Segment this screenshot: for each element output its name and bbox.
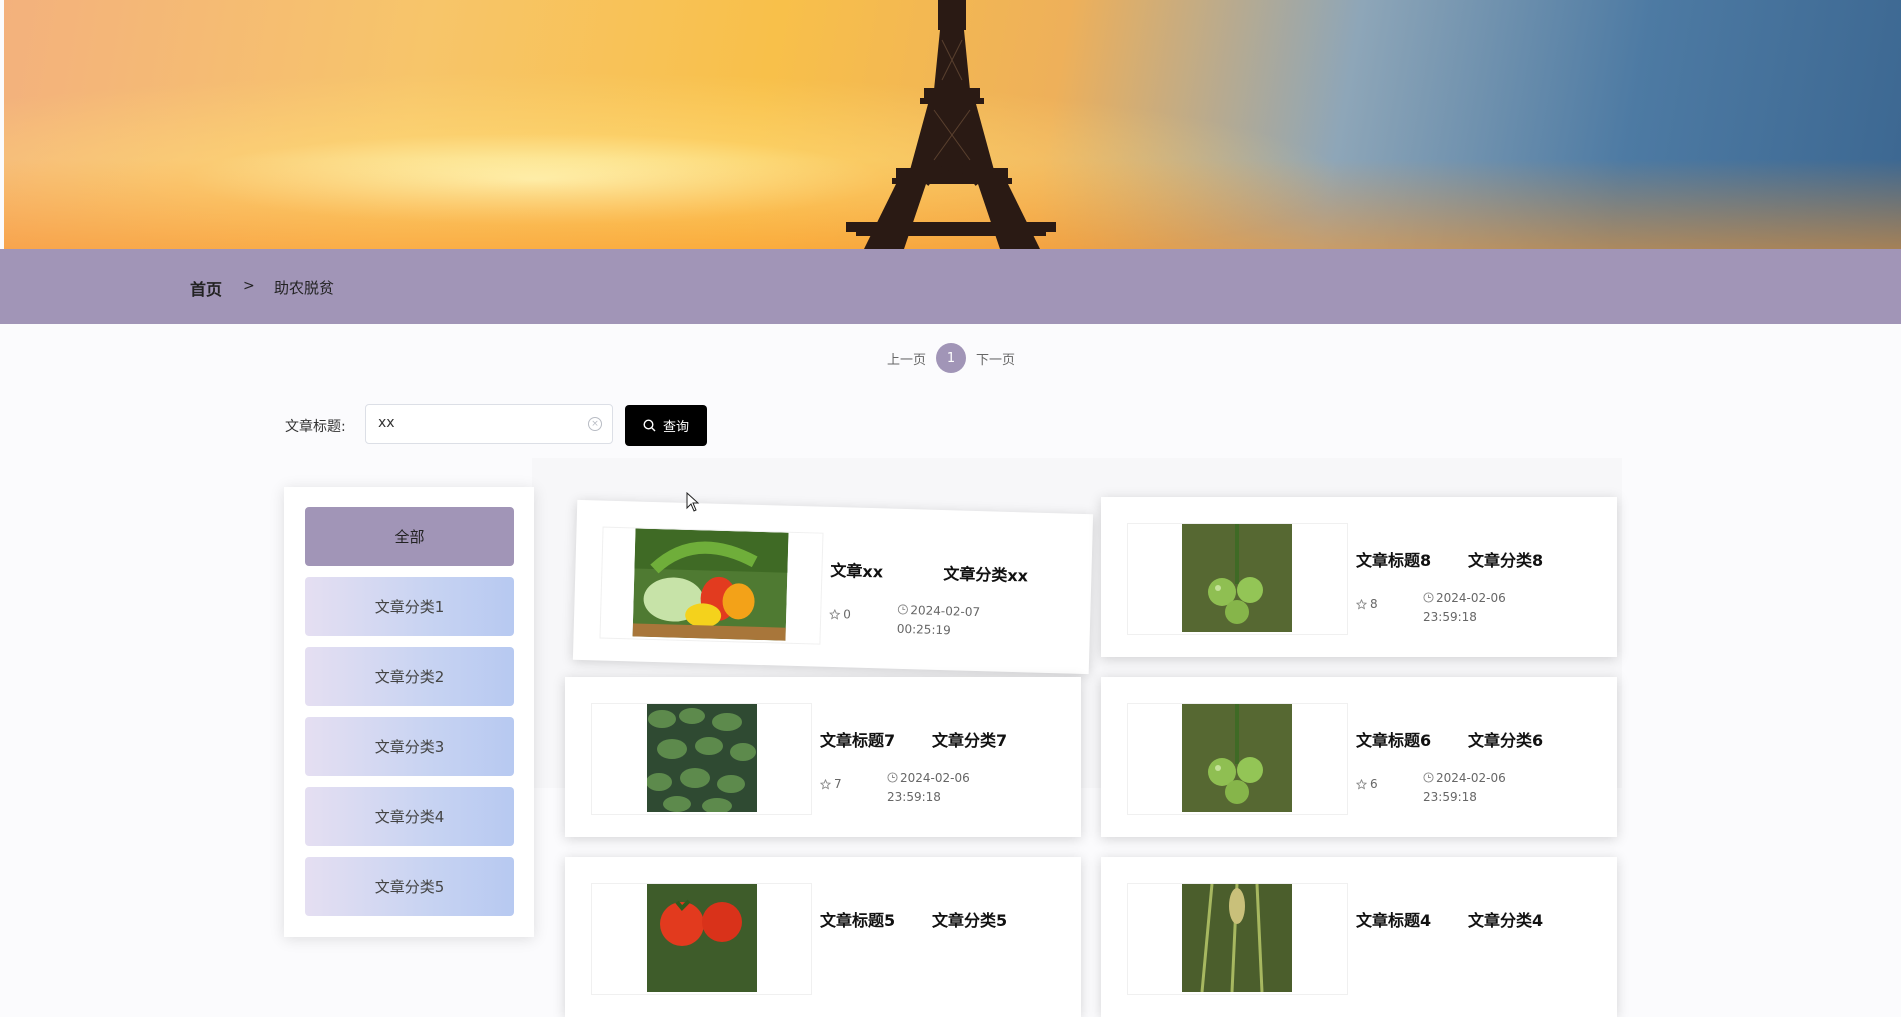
article-time: 2024-02-06 23:59:18 (1423, 769, 1533, 807)
likes-count: 6 (1370, 777, 1378, 791)
article-card[interactable]: 文章标题6 文章分类6 6 2024-02-06 23:59:18 (1101, 677, 1617, 837)
article-title[interactable]: 文章标题6 (1356, 727, 1431, 751)
article-thumbnail (599, 526, 824, 645)
next-page-button[interactable]: 下一页 (976, 349, 1015, 368)
article-title[interactable]: 文章标题4 (1356, 907, 1431, 931)
clock-icon (1423, 772, 1434, 783)
search-field: × (365, 404, 613, 444)
article-title[interactable]: 文章标题7 (820, 727, 895, 751)
page-number-button[interactable]: 1 (936, 343, 967, 373)
likes-count: 8 (1370, 597, 1378, 611)
star-icon (820, 778, 831, 790)
search-label: 文章标题: (285, 419, 346, 435)
publish-time: 2024-02-06 23:59:18 (1423, 591, 1506, 624)
title-search-input[interactable] (376, 414, 580, 432)
article-card[interactable]: 文章标题5 文章分类5 (565, 857, 1081, 1017)
likes-count: 0 (843, 607, 852, 622)
article-category: 文章分类6 (1468, 731, 1544, 750)
category-item-1[interactable]: 文章分类1 (305, 577, 514, 636)
clear-icon[interactable]: × (588, 417, 602, 431)
search-icon (643, 419, 656, 432)
article-category: 文章分类7 (932, 731, 1008, 750)
article-card[interactable]: 文章标题4 文章分类4 (1101, 857, 1617, 1017)
prev-page-button[interactable]: 上一页 (887, 349, 926, 368)
hero-banner (4, 0, 1901, 249)
category-item-all[interactable]: 全部 (305, 507, 514, 566)
category-item-4[interactable]: 文章分类4 (305, 787, 514, 846)
article-category: 文章分类xx (943, 564, 1029, 586)
article-likes: 0 (829, 607, 851, 622)
star-icon (1356, 598, 1367, 610)
article-thumbnail (591, 703, 812, 815)
publish-time: 2024-02-06 23:59:18 (1423, 771, 1506, 804)
article-time: 2024-02-06 23:59:18 (1423, 589, 1533, 627)
tomato-image (1182, 704, 1292, 812)
mouse-cursor-icon (686, 492, 700, 512)
clock-icon (887, 772, 898, 783)
article-category: 文章分类8 (1468, 551, 1544, 570)
search-button[interactable]: 查询 (625, 405, 707, 446)
breadcrumb-current: 助农脱贫 (274, 279, 335, 297)
vegetables-image (632, 528, 789, 641)
article-card[interactable]: 文章xx 文章分类xx 0 2024-02-07 00:25:19 (572, 499, 1094, 675)
category-item-2[interactable]: 文章分类2 (305, 647, 514, 706)
article-title[interactable]: 文章标题5 (820, 907, 895, 931)
likes-count: 7 (834, 777, 842, 791)
article-card[interactable]: 文章标题8 文章分类8 8 2024-02-06 23:59:18 (1101, 497, 1617, 657)
article-thumbnail (1127, 883, 1348, 995)
article-thumbnail (591, 883, 812, 995)
breadcrumb-separator: > (243, 278, 255, 294)
clock-icon (897, 604, 908, 615)
article-likes: 7 (820, 777, 842, 791)
article-card[interactable]: 文章标题7 文章分类7 7 2024-02-06 23:59:18 (565, 677, 1081, 837)
clock-icon (1423, 592, 1434, 603)
category-item-5[interactable]: 文章分类5 (305, 857, 514, 916)
star-icon (1356, 778, 1367, 790)
article-likes: 6 (1356, 777, 1378, 791)
article-category: 文章分类5 (932, 911, 1008, 930)
article-thumbnail (1127, 523, 1348, 635)
publish-time: 2024-02-06 23:59:18 (887, 771, 970, 804)
article-time: 2024-02-06 23:59:18 (887, 769, 997, 807)
article-time: 2024-02-07 00:25:19 (897, 601, 1008, 642)
article-category: 文章分类4 (1468, 911, 1544, 930)
category-item-3[interactable]: 文章分类3 (305, 717, 514, 776)
search-button-label: 查询 (662, 420, 689, 435)
crop-stalks-image (1182, 884, 1292, 992)
category-sidebar: 全部 文章分类1 文章分类2 文章分类3 文章分类4 文章分类5 (284, 487, 534, 937)
crop-field-image (647, 704, 757, 812)
pagination: 上一页 1 下一页 (887, 343, 1015, 373)
star-icon (829, 608, 841, 620)
tomato-image (1182, 524, 1292, 632)
article-likes: 8 (1356, 597, 1378, 611)
publish-time: 2024-02-07 00:25:19 (896, 603, 981, 638)
article-title[interactable]: 文章xx (830, 557, 883, 582)
article-title[interactable]: 文章标题8 (1356, 547, 1431, 571)
eiffel-tower-image (846, 0, 1056, 249)
red-tomato-image (647, 884, 757, 992)
breadcrumb-home-link[interactable]: 首页 (190, 276, 222, 300)
article-thumbnail (1127, 703, 1348, 815)
